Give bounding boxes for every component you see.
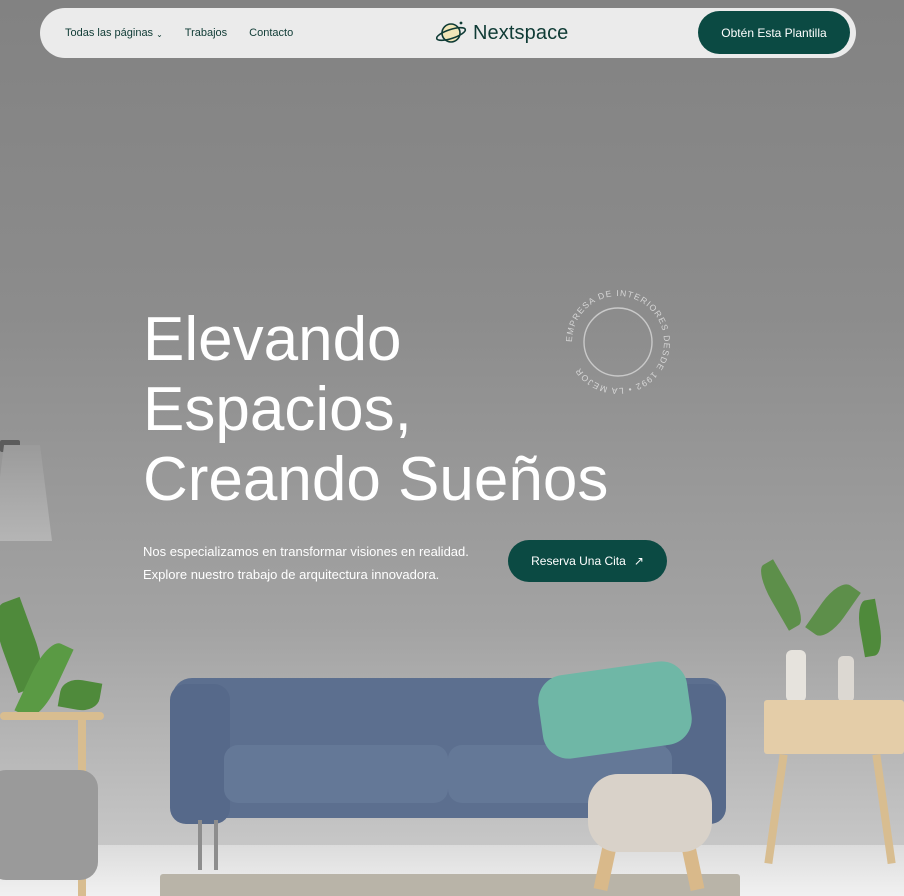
nav-link-works[interactable]: Trabajos [185,27,227,39]
sofa-leg [214,820,218,870]
side-table [764,700,904,754]
hero-description-line: Explore nuestro trabajo de arquitectura … [143,567,440,582]
nav-link-label: Contacto [249,27,294,39]
chair-frame [0,712,104,720]
sofa-cushion-left [224,745,448,803]
hero-title-line: Espacios, [143,375,412,444]
plant-leaf [855,598,885,658]
get-template-button[interactable]: Obtén Esta Plantilla [698,11,850,54]
arrow-up-right-icon: ↗ [633,554,644,568]
brand-name: Nextspace [473,21,569,44]
vase [838,656,854,702]
planet-icon [435,21,467,43]
chevron-down-icon: ⌄ [156,29,163,39]
top-navbar: Todas las páginas ⌄ Trabajos Contacto Ne… [40,8,856,58]
plant-leaf [805,577,861,643]
brand-logo[interactable]: Nextspace [435,18,568,48]
nav-link-all-pages[interactable]: Todas las páginas ⌄ [65,27,163,39]
hero-description: Nos especializamos en transformar vision… [143,540,503,586]
hero-description-line: Nos especializamos en transformar vision… [143,544,469,559]
book-appointment-button[interactable]: Reserva Una Cita ↗ [508,540,667,582]
plant-leaf [753,559,809,631]
hero-title-line: Elevando [143,305,402,374]
plant-leaf [57,676,103,714]
nav-links: Todas las páginas ⌄ Trabajos Contacto [65,8,293,58]
nav-link-contact[interactable]: Contacto [249,27,293,39]
lamp-shade [0,445,52,541]
hero-title-line: Creando Sueños [143,445,609,514]
armchair [0,770,98,880]
ottoman [588,774,712,852]
sofa-leg [198,820,202,870]
hero-title: Elevando Espacios, Creando Sueños [143,305,663,515]
nav-link-label: Todas las páginas [65,27,154,39]
book-appointment-label: Reserva Una Cita [531,554,626,568]
rug [160,874,740,896]
sofa-arm-left [170,684,230,824]
vase [786,650,806,702]
nav-link-label: Trabajos [184,27,228,39]
